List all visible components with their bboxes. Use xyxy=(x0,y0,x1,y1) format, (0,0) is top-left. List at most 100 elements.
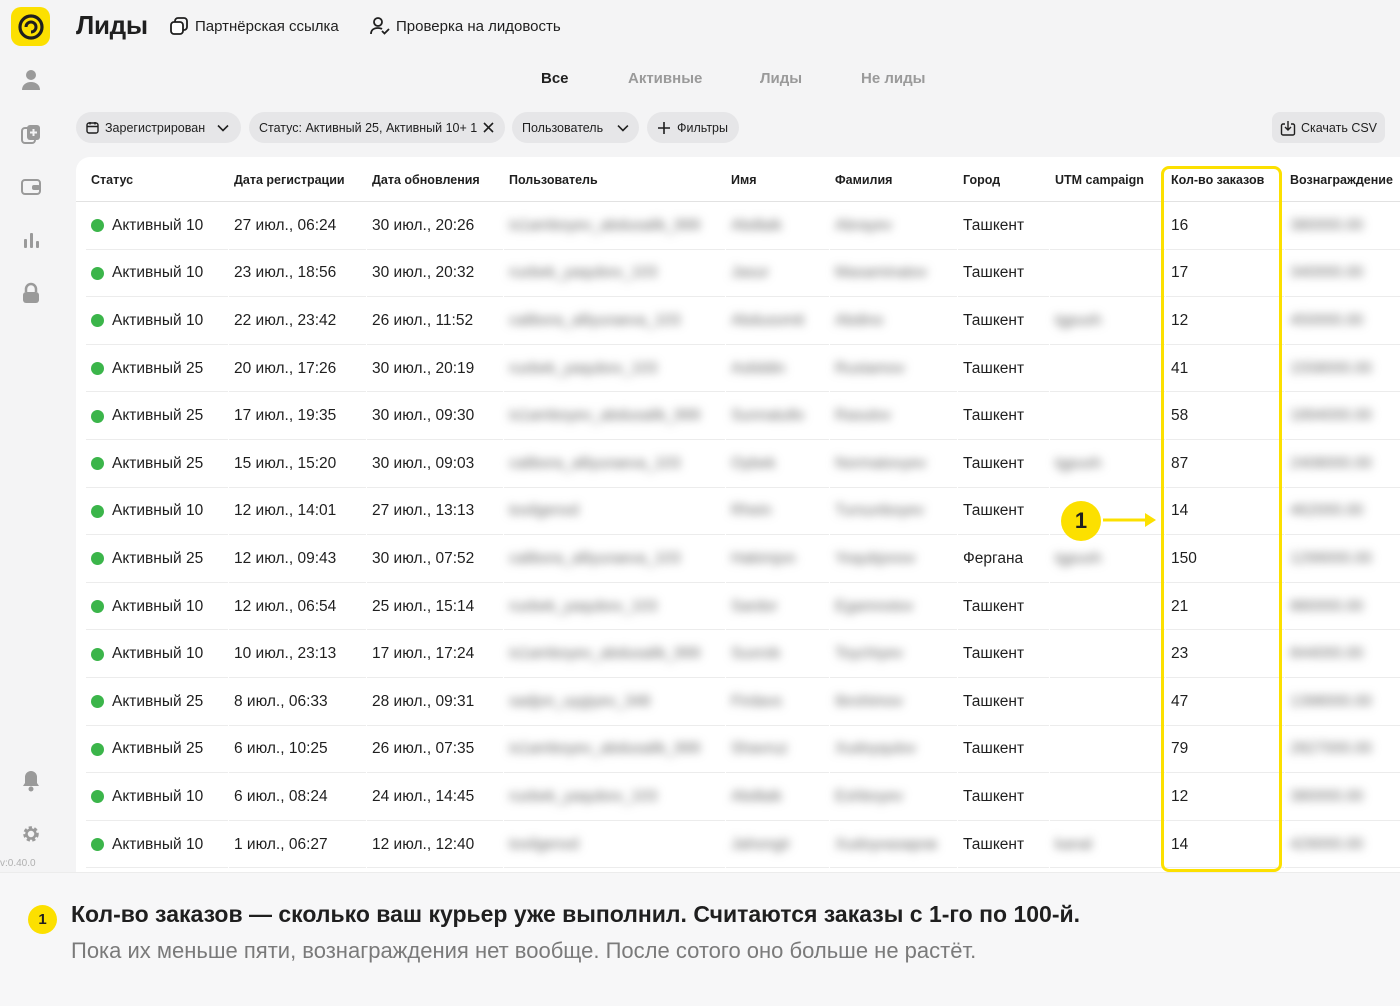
name-cell-text: Hakimjon xyxy=(731,549,796,567)
status-cell: Активный 10 xyxy=(91,583,231,631)
utm-cell xyxy=(1055,726,1168,774)
more-filters-button[interactable]: Фильтры xyxy=(647,112,739,143)
city-cell: Ташкент xyxy=(963,678,1052,726)
status-cell: Активный 25 xyxy=(91,726,231,774)
reg-date-cell: 1 июл., 06:27 xyxy=(234,821,369,869)
name-cell-text: Suxrob xyxy=(731,645,781,663)
chart-icon[interactable] xyxy=(19,228,43,252)
update-date-cell: 30 июл., 09:30 xyxy=(372,392,506,440)
status-dot-icon xyxy=(91,838,104,852)
reg-date-cell-text: 20 июл., 17:26 xyxy=(234,359,337,377)
reg-date-cell-text: 23 июл., 18:56 xyxy=(234,264,337,282)
partner-link-button[interactable]: Партнёрская ссылка xyxy=(169,16,339,36)
status-dot-icon xyxy=(91,504,104,518)
status-cell-text: Активный 10 xyxy=(112,264,204,282)
lock-icon[interactable] xyxy=(19,281,43,305)
wallet-icon[interactable] xyxy=(19,175,43,199)
column-header-city[interactable]: Город xyxy=(963,173,1000,187)
reg-date-cell: 6 июл., 08:24 xyxy=(234,773,369,821)
city-cell-text: Ташкент xyxy=(963,597,1025,615)
column-header-update-date[interactable]: Дата обновления xyxy=(372,173,480,187)
reg-date-cell: 12 июл., 09:43 xyxy=(234,535,369,583)
user-cell-text: calibora_alliyuraeva_103 xyxy=(509,454,681,472)
status-cell-text: Активный 25 xyxy=(112,692,204,710)
tab-not-leads[interactable]: Не лиды xyxy=(861,70,925,87)
update-date-cell: 24 июл., 14:45 xyxy=(372,773,506,821)
utm-cell xyxy=(1055,250,1168,298)
reward-cell-text: 450000.00 xyxy=(1290,311,1364,329)
user-cell-text: ruxbek_yaqubov_103 xyxy=(509,359,658,377)
user-cell-text: ruxbek_yaqubov_103 xyxy=(509,264,658,282)
update-date-cell-text: 12 июл., 12:40 xyxy=(372,835,475,853)
column-header-user[interactable]: Пользователь xyxy=(509,173,598,187)
name-cell-text: Oybek xyxy=(731,454,776,472)
reward-cell-text: 429000.00 xyxy=(1290,835,1364,853)
city-cell-text: Ташкент xyxy=(963,216,1025,234)
status-filter[interactable]: Статус: Активный 25, Активный 10+ 1 xyxy=(249,112,505,143)
column-header-utm[interactable]: UTM campaign xyxy=(1055,173,1144,187)
city-cell: Ташкент xyxy=(963,773,1052,821)
user-cell: ruxbek_yaqubov_103 xyxy=(509,583,728,631)
name-cell: Firdavs xyxy=(731,678,832,726)
column-header-surname[interactable]: Фамилия xyxy=(835,173,892,187)
chevron-down-icon xyxy=(617,124,629,132)
city-cell-text: Ташкент xyxy=(963,692,1025,710)
reward-cell-text: 844000.00 xyxy=(1290,645,1364,663)
reg-date-cell: 20 июл., 17:26 xyxy=(234,345,369,393)
status-dot-icon xyxy=(91,362,104,376)
reward-cell: 844000.00 xyxy=(1290,630,1400,678)
name-cell: Shavruz xyxy=(731,726,832,774)
user-icon[interactable] xyxy=(19,68,43,92)
tab-all[interactable]: Все xyxy=(541,70,569,87)
tab-active[interactable]: Активные xyxy=(628,70,702,87)
status-cell-text: Активный 10 xyxy=(112,502,204,520)
name-cell: Jasur xyxy=(731,250,832,298)
gear-icon[interactable] xyxy=(19,822,43,846)
bell-icon[interactable] xyxy=(19,769,43,793)
reg-date-cell: 6 июл., 10:25 xyxy=(234,726,369,774)
utm-cell-text: kanal xyxy=(1055,835,1093,853)
logo[interactable] xyxy=(11,7,50,46)
reward-cell: 1299000.00 xyxy=(1290,535,1400,583)
check-lead-button[interactable]: Проверка на лидовость xyxy=(370,16,561,36)
column-header-name[interactable]: Имя xyxy=(731,173,757,187)
surname-cell-text: Toychiyev xyxy=(835,645,904,663)
reg-date-cell-text: 22 июл., 23:42 xyxy=(234,311,337,329)
user-filter[interactable]: Пользователь xyxy=(512,112,639,143)
surname-cell-text: Abdino xyxy=(835,311,884,329)
close-icon[interactable] xyxy=(483,122,494,133)
city-cell: Ташкент xyxy=(963,250,1052,298)
status-cell: Активный 10 xyxy=(91,773,231,821)
add-document-icon[interactable] xyxy=(19,122,43,146)
surname-cell: Eshboyev xyxy=(835,773,960,821)
user-cell-text: ruxbek_yaqubov_103 xyxy=(509,787,658,805)
column-header-reward[interactable]: Вознаграждение xyxy=(1290,173,1393,187)
download-csv-button[interactable]: Скачать CSV xyxy=(1272,112,1385,143)
status-cell-text: Активный 25 xyxy=(112,549,204,567)
surname-cell: Yoqubjonov xyxy=(835,535,960,583)
registered-filter[interactable]: Зарегистрирован xyxy=(76,112,241,143)
name-cell: Oybek xyxy=(731,440,832,488)
update-date-cell: 30 июл., 20:26 xyxy=(372,202,506,250)
column-header-reg-date[interactable]: Дата регистрации xyxy=(234,173,345,187)
reg-date-cell: 12 июл., 14:01 xyxy=(234,488,369,536)
partner-link-label: Партнёрская ссылка xyxy=(195,17,339,35)
name-cell-text: Abdlaik xyxy=(731,787,782,805)
surname-cell: Abdino xyxy=(835,297,960,345)
status-cell-text: Активный 10 xyxy=(112,216,204,234)
surname-cell: Rustamov xyxy=(835,345,960,393)
status-cell-text: Активный 25 xyxy=(112,407,204,425)
city-cell: Ташкент xyxy=(963,583,1052,631)
column-header-status[interactable]: Статус xyxy=(91,173,133,187)
tab-leads[interactable]: Лиды xyxy=(760,70,802,87)
callout-badge: 1 xyxy=(1061,501,1101,541)
city-cell-text: Ташкент xyxy=(963,311,1025,329)
status-cell-text: Активный 25 xyxy=(112,454,204,472)
update-date-cell-text: 26 июл., 07:35 xyxy=(372,740,475,758)
reward-cell: 462000.00 xyxy=(1290,488,1400,536)
surname-cell-text: Rasulov xyxy=(835,407,891,425)
reward-cell-text: 880000.00 xyxy=(1290,597,1364,615)
page-title: Лиды xyxy=(76,10,148,40)
user-cell: calibora_alliyuraeva_103 xyxy=(509,535,728,583)
status-cell-text: Активный 10 xyxy=(112,835,204,853)
